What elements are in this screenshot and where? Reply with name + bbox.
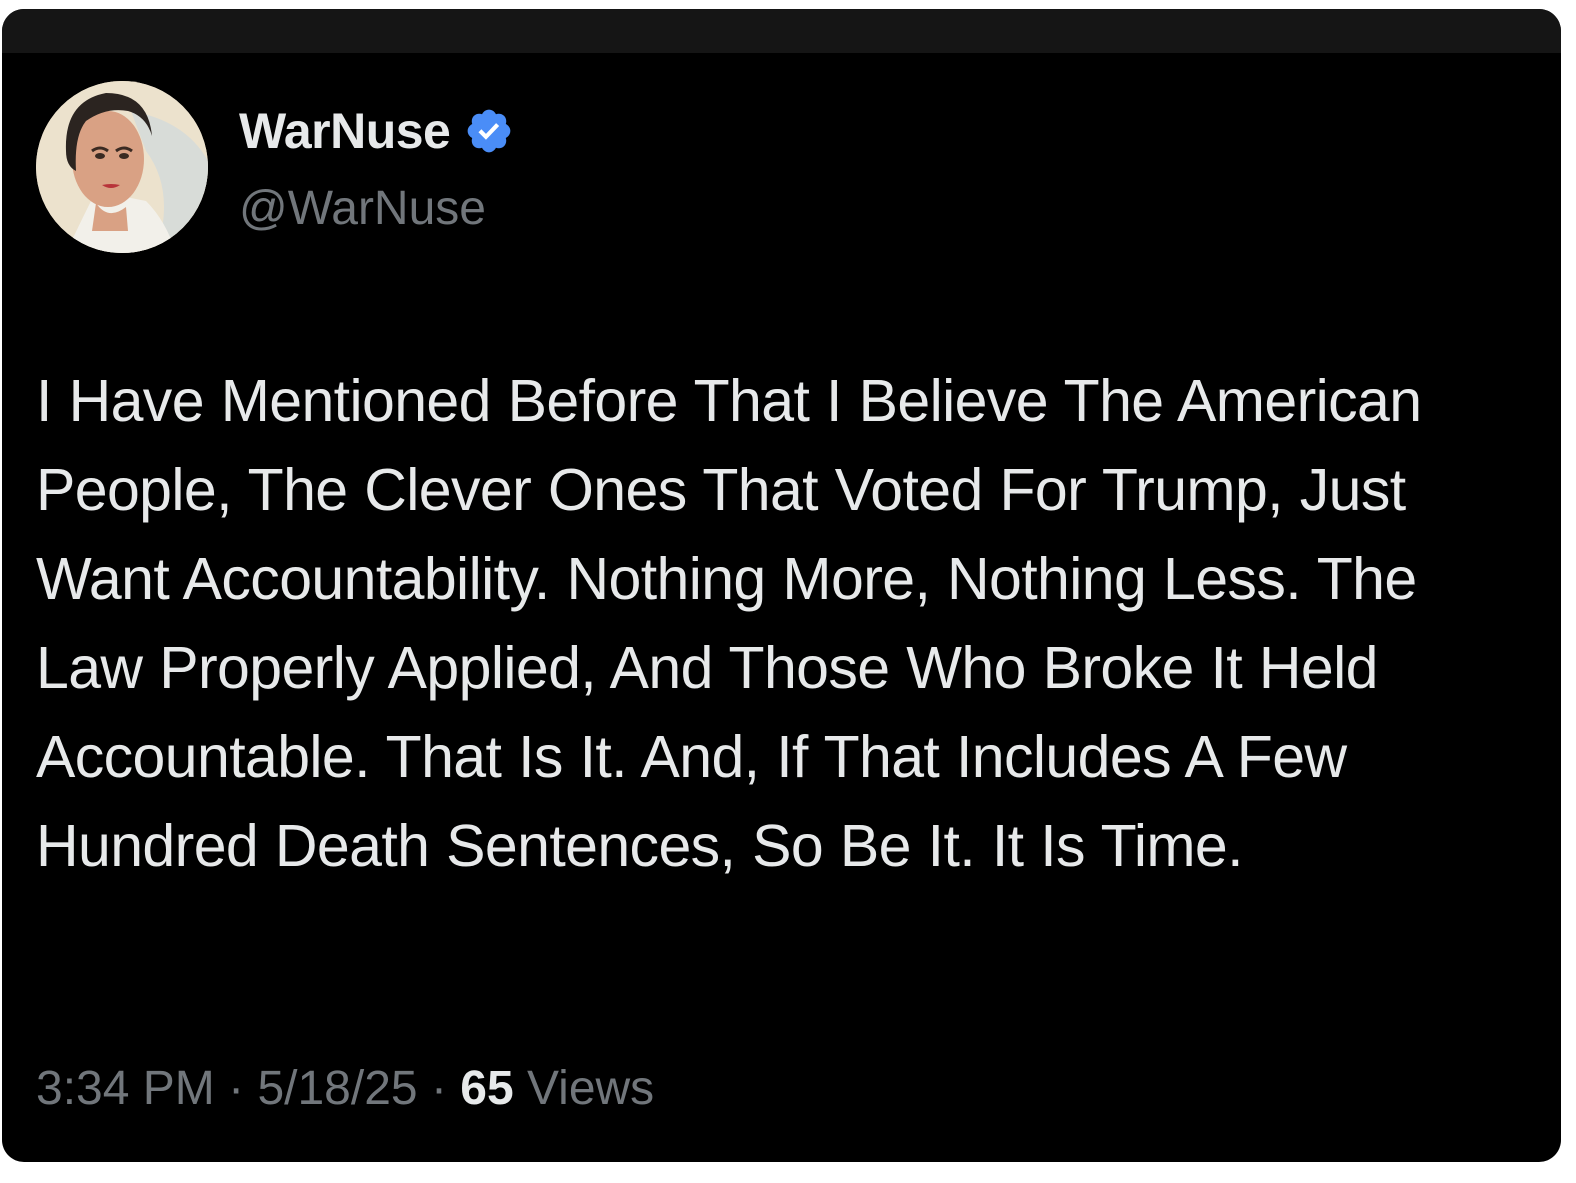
tweet-date[interactable]: 5/18/25 bbox=[257, 1062, 417, 1115]
tweet-metadata: 3:34 PM · 5/18/25 · 65 Views bbox=[36, 1061, 654, 1117]
avatar-portrait-icon bbox=[36, 81, 208, 253]
tweet-text: I Have Mentioned Before That I Believe T… bbox=[36, 368, 1422, 879]
tweet-time[interactable]: 3:34 PM bbox=[36, 1062, 215, 1115]
display-name[interactable]: WarNuse bbox=[239, 103, 451, 159]
views-label: Views bbox=[527, 1062, 655, 1115]
separator: · bbox=[430, 1062, 447, 1115]
top-bar bbox=[2, 9, 1561, 53]
avatar[interactable] bbox=[36, 81, 208, 253]
verified-badge-icon[interactable] bbox=[464, 106, 514, 156]
separator: · bbox=[228, 1062, 245, 1115]
user-handle[interactable]: @WarNuse bbox=[239, 181, 486, 237]
views-count: 65 bbox=[460, 1062, 514, 1115]
tweet-card: WarNuse @WarNuse I Have Mentioned Before… bbox=[2, 9, 1561, 1162]
display-name-row[interactable]: WarNuse bbox=[239, 103, 514, 159]
